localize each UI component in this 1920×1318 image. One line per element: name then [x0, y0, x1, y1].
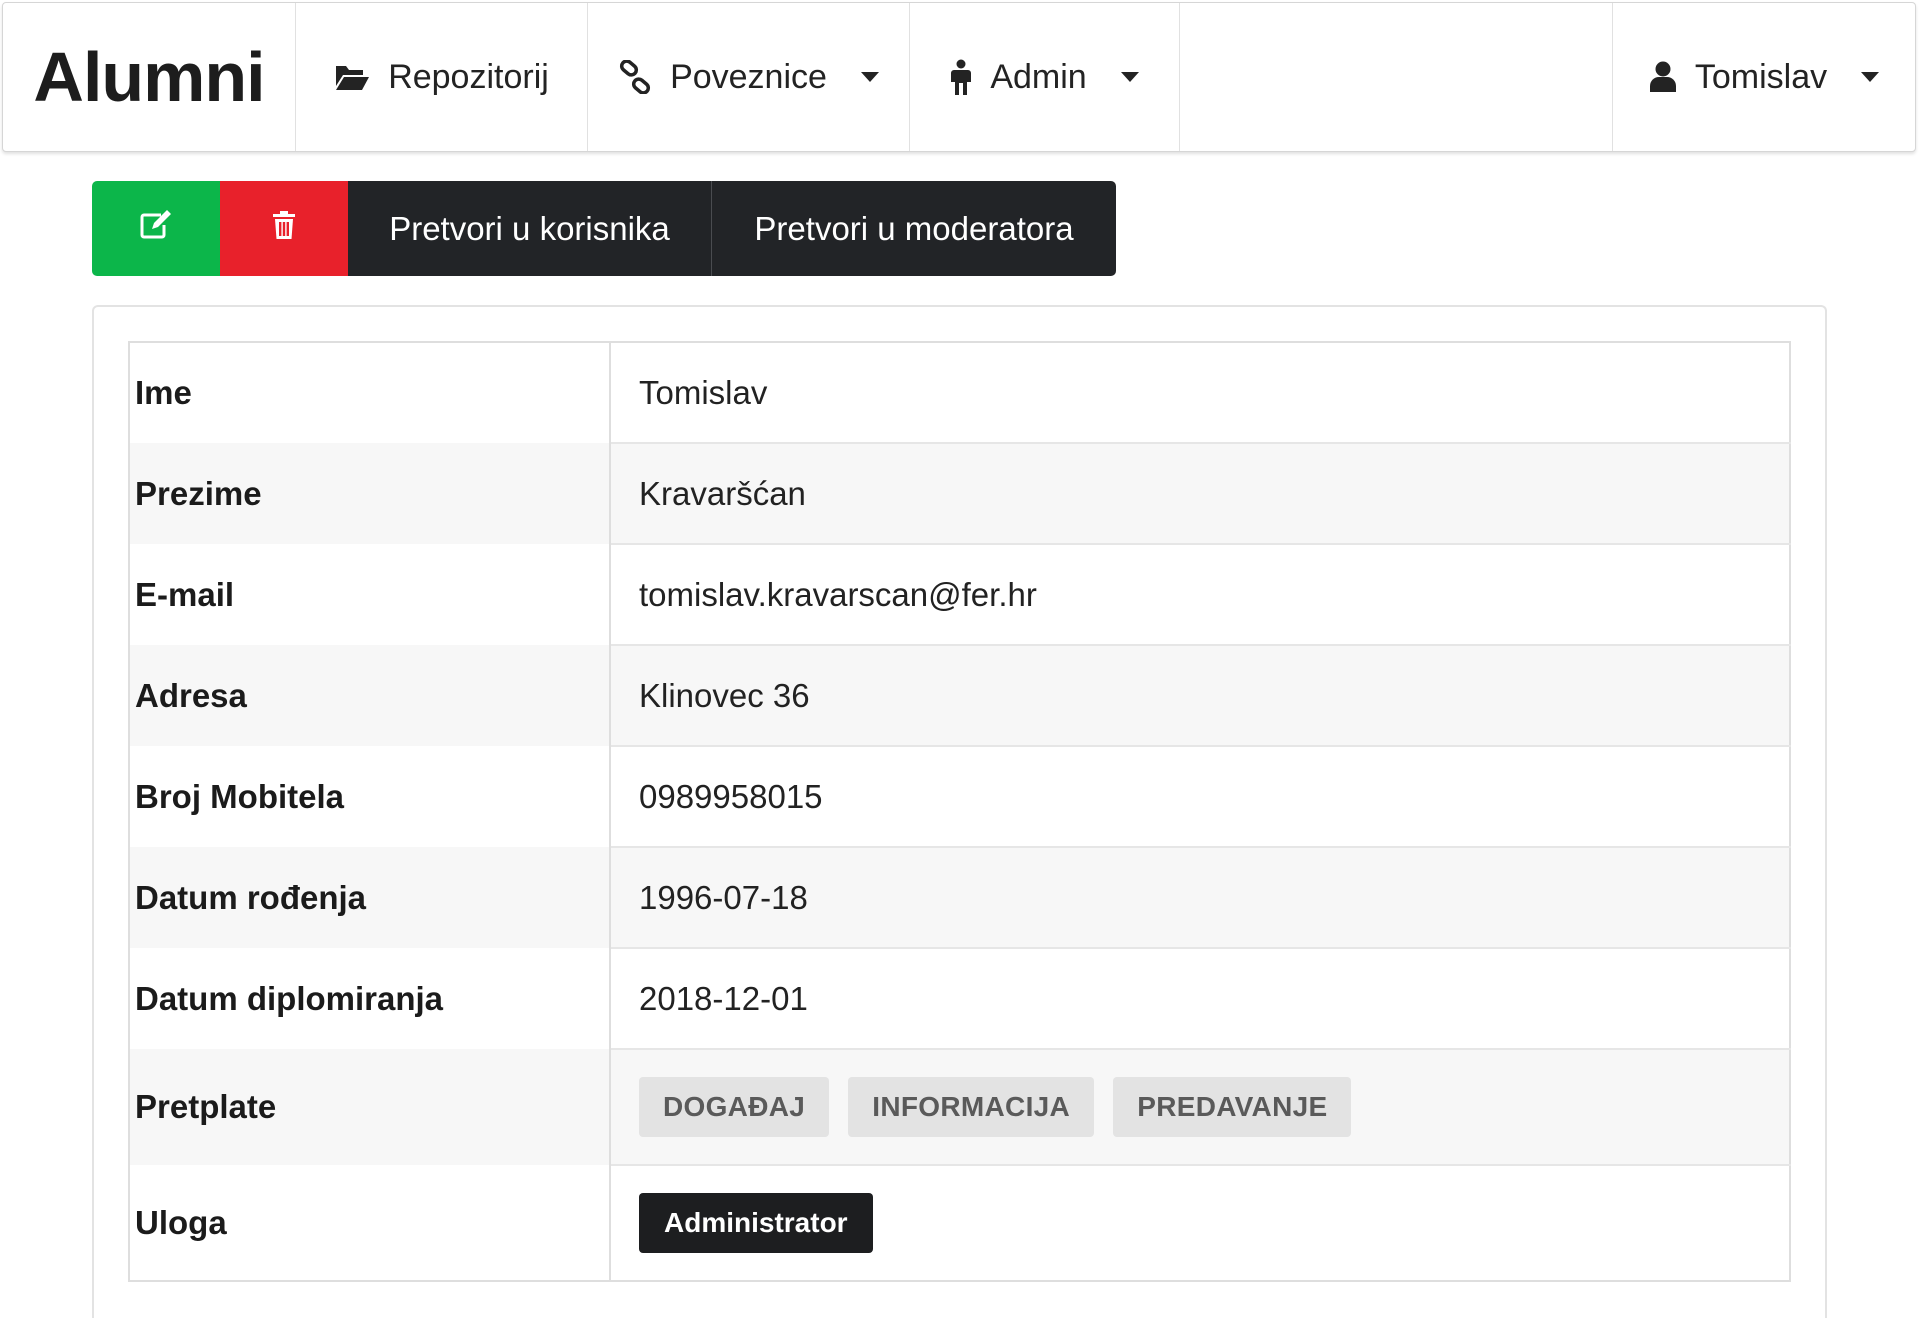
brand-logo[interactable]: Alumni [3, 3, 296, 151]
subscription-tag: DOGAĐAJ [639, 1077, 830, 1137]
nav-item-poveznice[interactable]: Poveznice [588, 3, 910, 151]
table-row: Ime Tomislav [129, 342, 1790, 444]
chevron-down-icon [1861, 72, 1880, 82]
subscription-tag: PREDAVANJE [1113, 1077, 1352, 1137]
nav-item-label: Admin [990, 57, 1087, 96]
delete-button[interactable] [220, 181, 348, 276]
row-label: Adresa [129, 645, 611, 746]
row-label: E-mail [129, 544, 611, 645]
row-value: tomislav.kravarscan@fer.hr [610, 544, 1790, 646]
navbar-spacer [1180, 3, 1613, 151]
nav-item-label: Repozitorij [388, 57, 549, 96]
trash-icon [272, 210, 296, 248]
row-value: 2018-12-01 [610, 948, 1790, 1050]
nav-item-repozitorij[interactable]: Repozitorij [296, 3, 588, 151]
table-row: Datum rođenja 1996-07-18 [129, 847, 1790, 949]
user-menu[interactable]: Tomislav [1613, 3, 1915, 151]
subscription-tag: INFORMACIJA [848, 1077, 1095, 1137]
link-icon [618, 60, 652, 94]
row-value: 1996-07-18 [610, 847, 1790, 949]
folder-open-icon [334, 62, 370, 92]
make-user-button[interactable]: Pretvori u korisnika [348, 181, 712, 276]
table-row: Adresa Klinovec 36 [129, 645, 1790, 747]
row-value: Tomislav [610, 342, 1790, 444]
user-name: Tomislav [1694, 57, 1828, 96]
nav-item-admin[interactable]: Admin [910, 3, 1180, 151]
table-row: Datum diplomiranja 2018-12-01 [129, 948, 1790, 1050]
table-row: Prezime Kravaršćan [129, 443, 1790, 545]
row-label: Prezime [129, 443, 611, 544]
male-icon [950, 59, 972, 95]
row-label: Datum diplomiranja [129, 948, 611, 1049]
edit-icon [139, 209, 173, 248]
role-badge: Administrator [639, 1193, 873, 1253]
table-row: Broj Mobitela 0989958015 [129, 746, 1790, 848]
chevron-down-icon [860, 72, 879, 82]
role-cell: Administrator [610, 1165, 1790, 1281]
profile-details-table: Ime Tomislav Prezime Kravaršćan E-mail t… [128, 341, 1791, 1282]
row-label: Datum rođenja [129, 847, 611, 948]
table-row-subscriptions: Pretplate DOGAĐAJ INFORMACIJA PREDAVANJE [129, 1049, 1790, 1166]
action-button-group: Pretvori u korisnika Pretvori u moderato… [92, 181, 1116, 276]
row-value: 0989958015 [610, 746, 1790, 848]
row-value: Kravaršćan [610, 443, 1790, 545]
subscription-tags: DOGAĐAJ INFORMACIJA PREDAVANJE [610, 1049, 1790, 1166]
table-row-role: Uloga Administrator [129, 1165, 1790, 1281]
row-label: Pretplate [129, 1049, 611, 1165]
row-value: Klinovec 36 [610, 645, 1790, 747]
table-row: E-mail tomislav.kravarscan@fer.hr [129, 544, 1790, 646]
make-moderator-button[interactable]: Pretvori u moderatora [712, 181, 1116, 276]
row-label: Ime [129, 342, 611, 443]
chevron-down-icon [1120, 72, 1139, 82]
navbar: Alumni Repozitorij Poveznice Admin Tomis… [2, 2, 1916, 152]
row-label: Broj Mobitela [129, 746, 611, 847]
row-label: Uloga [129, 1165, 611, 1281]
user-icon [1649, 61, 1677, 93]
nav-item-label: Poveznice [670, 57, 827, 96]
edit-button[interactable] [92, 181, 220, 276]
